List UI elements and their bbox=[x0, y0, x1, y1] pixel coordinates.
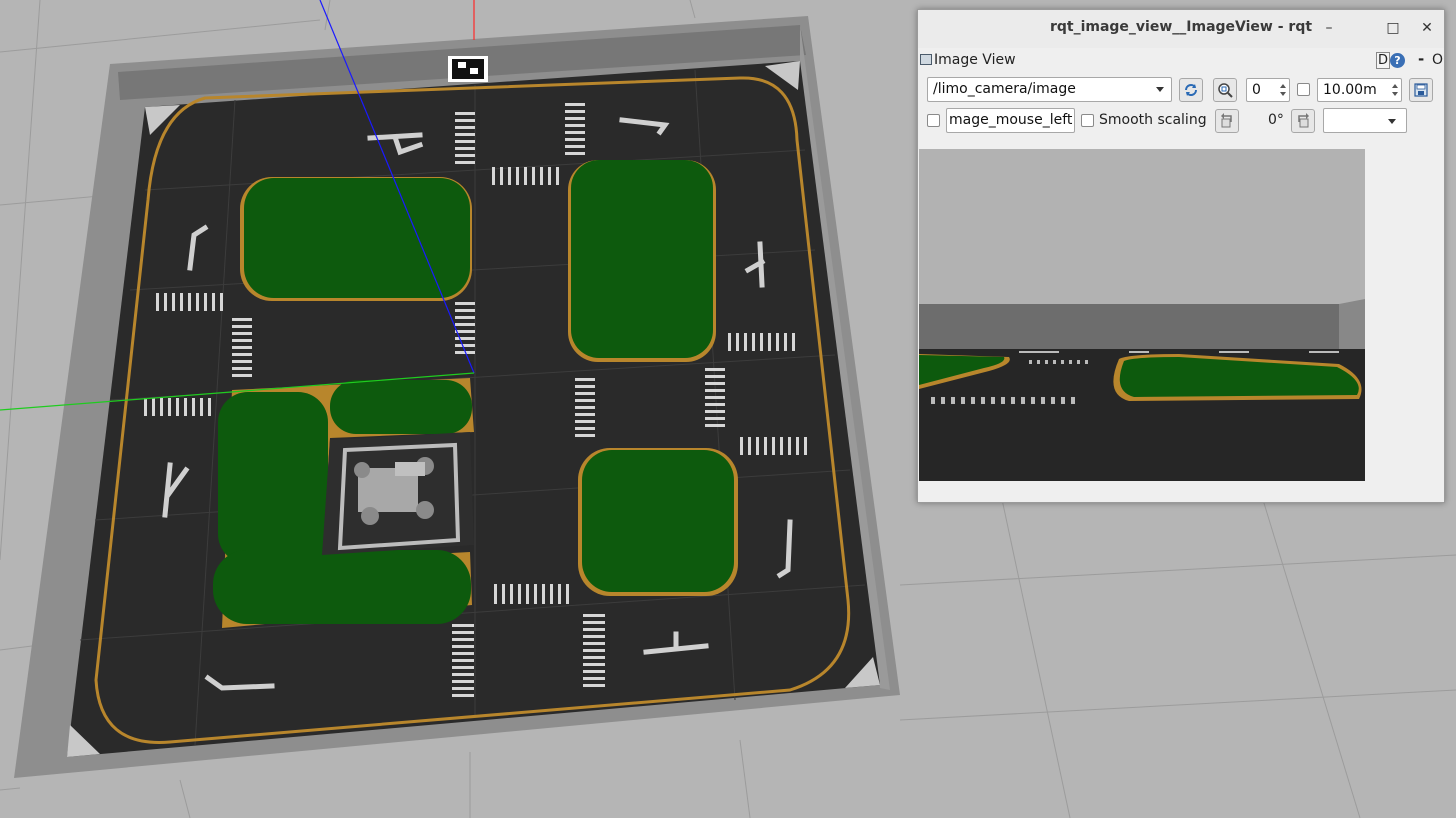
close-button[interactable]: ✕ bbox=[1418, 19, 1436, 37]
max-range-spinbox[interactable]: 10.00m bbox=[1317, 78, 1402, 102]
color-scheme-select[interactable] bbox=[1323, 108, 1407, 133]
image-view-icon bbox=[920, 54, 932, 65]
num-gridlines-spinbox[interactable]: 0 bbox=[1246, 78, 1290, 102]
max-range-value: 10.00m bbox=[1323, 82, 1377, 98]
spin-down-icon[interactable] bbox=[1392, 92, 1398, 96]
window-title: rqt_image_view__ImageView - rqt bbox=[1049, 19, 1313, 35]
rotation-label: 0° bbox=[1268, 112, 1284, 128]
plugin-minimize-button[interactable]: - bbox=[1418, 50, 1424, 68]
chevron-down-icon bbox=[1388, 119, 1396, 124]
plugin-title-bar: Image View D ? - O bbox=[918, 50, 1444, 72]
help-icon[interactable]: ? bbox=[1390, 53, 1405, 68]
spin-up-icon[interactable] bbox=[1280, 84, 1286, 88]
minimize-button[interactable]: – bbox=[1320, 19, 1338, 37]
topic-select-value: /limo_camera/image bbox=[933, 81, 1076, 97]
aruco-marker bbox=[448, 56, 488, 82]
num-gridlines-value: 0 bbox=[1252, 82, 1261, 98]
plugin-d-button[interactable]: D bbox=[1376, 52, 1391, 69]
plugin-close-button[interactable]: O bbox=[1432, 52, 1443, 68]
camera-image-display[interactable] bbox=[919, 149, 1365, 481]
zoom-fit-button[interactable] bbox=[1213, 78, 1237, 102]
spin-up-icon[interactable] bbox=[1392, 84, 1398, 88]
smooth-scaling-label[interactable]: Smooth scaling bbox=[1099, 112, 1207, 128]
window-titlebar[interactable]: rqt_image_view__ImageView - rqt – □ ✕ bbox=[918, 10, 1444, 48]
smooth-scaling-checkbox[interactable] bbox=[1081, 114, 1094, 127]
topic-select[interactable]: /limo_camera/image bbox=[927, 77, 1172, 102]
publish-mouse-checkbox[interactable] bbox=[927, 114, 940, 127]
refresh-topics-button[interactable] bbox=[1179, 78, 1203, 102]
maximize-button[interactable]: □ bbox=[1384, 19, 1402, 37]
rotate-right-button[interactable] bbox=[1291, 109, 1315, 133]
spin-down-icon[interactable] bbox=[1280, 92, 1286, 96]
mouse-topic-input[interactable]: mage_mouse_left bbox=[946, 108, 1075, 133]
refresh-icon bbox=[1185, 84, 1197, 96]
plugin-title: Image View bbox=[934, 52, 1016, 68]
chevron-down-icon bbox=[1156, 87, 1164, 92]
rotate-right-icon bbox=[1298, 113, 1309, 128]
zoom-fit-icon bbox=[1218, 83, 1233, 98]
save-image-button[interactable] bbox=[1409, 78, 1433, 102]
save-icon bbox=[1414, 83, 1428, 97]
rqt-image-view-window[interactable]: rqt_image_view__ImageView - rqt – □ ✕ Im… bbox=[917, 9, 1445, 503]
rotate-left-button[interactable] bbox=[1215, 109, 1239, 133]
dynamic-range-checkbox[interactable] bbox=[1297, 83, 1310, 96]
rotate-left-icon bbox=[1221, 113, 1232, 128]
